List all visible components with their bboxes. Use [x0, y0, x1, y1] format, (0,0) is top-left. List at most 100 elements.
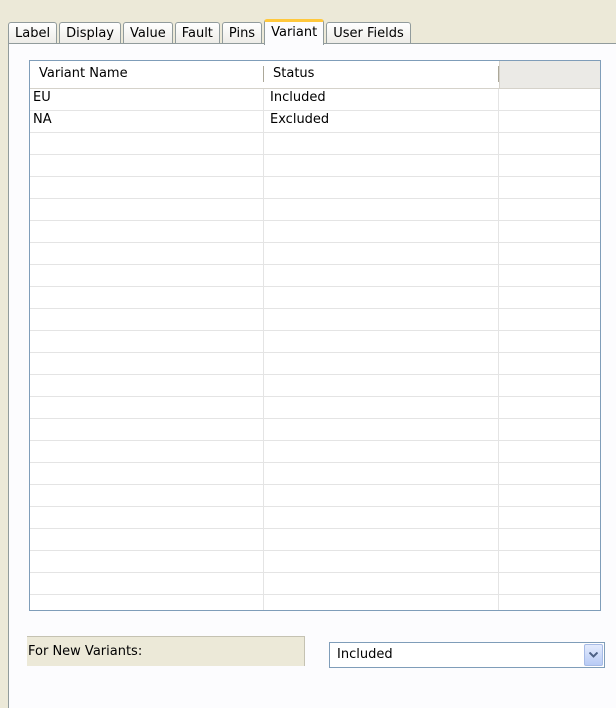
empty-table-row: [30, 463, 600, 485]
empty-cell: [499, 441, 600, 462]
empty-cell: [264, 397, 499, 418]
empty-table-row: [30, 441, 600, 463]
variant-status-cell[interactable]: Excluded: [264, 111, 499, 132]
variant-name-cell[interactable]: NA: [30, 111, 264, 132]
empty-table-row: [30, 573, 600, 595]
empty-cell: [499, 199, 600, 220]
variant-tab-panel: Variant Name Status EU Included NA Exclu…: [8, 43, 616, 708]
empty-cell: [30, 199, 264, 220]
empty-table-row: [30, 155, 600, 177]
empty-table-row: [30, 419, 600, 441]
empty-table-row: [30, 177, 600, 199]
empty-cell: [264, 177, 499, 198]
empty-cell: [264, 441, 499, 462]
empty-cell: [264, 419, 499, 440]
empty-cell: [30, 419, 264, 440]
empty-cell: [30, 155, 264, 176]
tab-variant[interactable]: Variant: [264, 19, 325, 45]
empty-cell: [30, 397, 264, 418]
empty-table-row: [30, 485, 600, 507]
empty-table-row: [30, 331, 600, 353]
empty-table-row: [30, 529, 600, 551]
empty-table-row: [30, 309, 600, 331]
empty-cell: [30, 133, 264, 154]
column-header-status[interactable]: Status: [264, 61, 499, 88]
tab-value[interactable]: Value: [123, 22, 173, 44]
empty-cell: [499, 375, 600, 396]
grid-body: EU Included NA Excluded: [30, 89, 600, 610]
column-header-variant-name[interactable]: Variant Name: [30, 61, 264, 88]
empty-table-row: [30, 265, 600, 287]
new-variant-status-select[interactable]: Included: [329, 642, 605, 668]
for-new-variants-label: For New Variants:: [27, 636, 305, 666]
empty-cell: [499, 419, 600, 440]
variant-status-cell[interactable]: Included: [264, 89, 499, 110]
empty-cell: [264, 529, 499, 550]
chevron-down-icon[interactable]: [584, 644, 603, 666]
empty-cell: [30, 463, 264, 484]
empty-table-row: [30, 375, 600, 397]
empty-cell: [499, 243, 600, 264]
empty-table-row: [30, 287, 600, 309]
empty-cell: [264, 265, 499, 286]
empty-table-row: [30, 551, 600, 573]
empty-table-row: [30, 353, 600, 375]
empty-table-row: [30, 595, 600, 610]
empty-cell: [30, 265, 264, 286]
empty-cell: [264, 155, 499, 176]
empty-table-row: [30, 133, 600, 155]
empty-table-row: [30, 199, 600, 221]
empty-cell: [264, 353, 499, 374]
table-row[interactable]: NA Excluded: [30, 111, 600, 133]
empty-cell: [30, 551, 264, 572]
new-variant-status-value: Included: [337, 647, 393, 662]
empty-cell: [264, 309, 499, 330]
empty-cell: [30, 375, 264, 396]
empty-cell: [30, 441, 264, 462]
empty-cell: [30, 573, 264, 594]
empty-cell: [499, 309, 600, 330]
empty-cell: [264, 243, 499, 264]
empty-cell: [499, 177, 600, 198]
empty-cell: [264, 375, 499, 396]
empty-cell: [264, 133, 499, 154]
tab-fault[interactable]: Fault: [174, 22, 220, 44]
empty-cell: [499, 397, 600, 418]
empty-cell: [30, 243, 264, 264]
empty-cell: [264, 595, 499, 610]
empty-table-row: [30, 397, 600, 419]
variant-grid[interactable]: Variant Name Status EU Included NA Exclu…: [29, 60, 601, 611]
empty-cell: [499, 485, 600, 506]
variant-name-cell[interactable]: EU: [30, 89, 264, 110]
variant-properties-window: Label Display Value Fault Pins Variant U…: [0, 0, 616, 708]
empty-cell: [30, 353, 264, 374]
tab-pins[interactable]: Pins: [221, 22, 263, 44]
empty-cell: [30, 595, 264, 610]
empty-cell: [264, 287, 499, 308]
empty-cell: [30, 309, 264, 330]
empty-cell: [499, 463, 600, 484]
tab-label[interactable]: Label: [8, 22, 58, 44]
empty-cell: [499, 287, 600, 308]
empty-cell: [264, 485, 499, 506]
empty-cell: [499, 595, 600, 610]
empty-cell: [264, 221, 499, 242]
table-row[interactable]: EU Included: [30, 89, 600, 111]
empty-cell: [30, 221, 264, 242]
tab-user-fields[interactable]: User Fields: [326, 22, 411, 44]
empty-cell: [264, 551, 499, 572]
column-header-filler: [499, 61, 600, 88]
empty-cell: [499, 529, 600, 550]
grid-header: Variant Name Status: [30, 61, 600, 89]
empty-cell: [499, 573, 600, 594]
empty-cell: [499, 89, 600, 110]
empty-cell: [30, 177, 264, 198]
empty-table-row: [30, 507, 600, 529]
empty-cell: [30, 507, 264, 528]
tab-display[interactable]: Display: [59, 22, 121, 44]
empty-cell: [30, 529, 264, 550]
empty-cell: [499, 155, 600, 176]
empty-cell: [264, 331, 499, 352]
empty-table-row: [30, 221, 600, 243]
empty-cell: [499, 353, 600, 374]
